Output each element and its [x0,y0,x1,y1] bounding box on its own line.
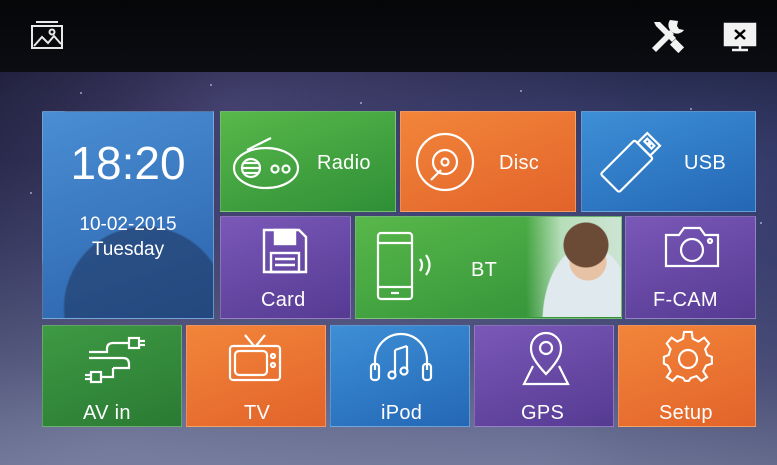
card-tile[interactable]: Card [220,216,351,319]
bt-label: BT [471,259,498,281]
map-pin-icon [522,331,570,386]
clock-day: Tuesday [91,239,165,260]
bt-tile[interactable]: BT [355,216,622,319]
usb-icon [600,131,662,193]
disc-icon [415,132,475,192]
usb-label: USB [684,152,727,174]
bt-photo [526,217,621,317]
card-label: Card [261,289,306,311]
bluetooth-phone-icon [376,231,431,301]
fcam-tile[interactable]: F-CAM [625,216,756,319]
disc-tile[interactable]: Disc [400,111,576,212]
gps-tile[interactable]: GPS [474,325,614,427]
settings-tools-icon[interactable] [648,18,686,59]
av-plug-icon [85,336,145,384]
gear-icon [662,330,713,383]
avin-tile[interactable]: AV in [42,325,182,427]
wallpaper-icon[interactable] [30,20,64,55]
avin-label: AV in [83,402,131,424]
ipod-label: iPod [381,402,423,424]
clock-widget[interactable]: 18:20 10-02-2015 Tuesday [42,111,214,319]
clock-time: 18:20 [70,137,186,189]
camera-icon [664,226,720,268]
radio-label: Radio [317,152,371,174]
ipod-tile[interactable]: iPod [330,325,470,427]
usb-tile[interactable]: USB [581,111,756,212]
sd-card-icon [262,228,308,274]
tv-tile[interactable]: TV [186,325,326,427]
radio-tile[interactable]: Radio [220,111,396,212]
tv-icon [228,334,282,382]
clock-date: 10-02-2015 [79,214,177,235]
fcam-label: F-CAM [653,289,718,311]
gps-label: GPS [521,402,565,424]
top-bar [0,0,777,72]
setup-label: Setup [659,402,713,424]
disc-label: Disc [499,152,540,174]
screen-off-icon[interactable] [723,22,757,57]
setup-tile[interactable]: Setup [618,325,756,427]
radio-icon [232,137,300,190]
tv-label: TV [244,402,271,424]
headphones-music-icon [369,332,433,382]
